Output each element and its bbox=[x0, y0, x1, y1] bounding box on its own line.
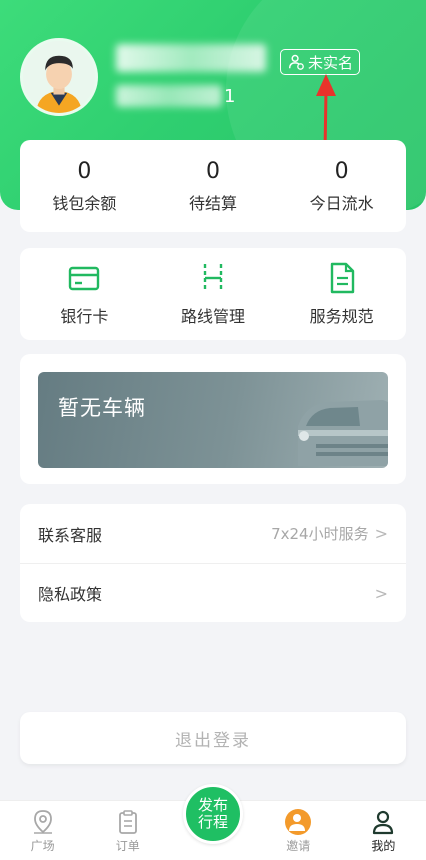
tab-square[interactable]: 广场 bbox=[0, 801, 85, 860]
stat-value: 0 bbox=[334, 159, 349, 184]
avatar[interactable] bbox=[20, 38, 98, 116]
menu-contact-service[interactable]: 联系客服 7x24小时服务 > bbox=[20, 504, 406, 563]
username-redacted bbox=[116, 44, 266, 72]
wallet-stats-card: 0 钱包余额 0 待结算 0 今日流水 bbox=[20, 140, 406, 232]
stat-value: 0 bbox=[77, 159, 92, 184]
logout-label: 退出登录 bbox=[175, 730, 251, 751]
document-icon bbox=[330, 262, 354, 294]
tab-mine[interactable]: 我的 bbox=[341, 801, 426, 860]
invite-icon bbox=[285, 809, 312, 835]
route-icon bbox=[203, 264, 223, 292]
tab-invite[interactable]: 邀请 bbox=[256, 801, 341, 860]
stat-pending-settlement[interactable]: 0 待结算 bbox=[149, 140, 278, 232]
no-vehicle-text: 暂无车辆 bbox=[58, 396, 146, 420]
driver-avatar-icon bbox=[23, 41, 95, 113]
stat-label: 今日流水 bbox=[309, 194, 374, 213]
menu-privacy-policy[interactable]: 隐私政策 > bbox=[20, 563, 406, 622]
logout-button[interactable]: 退出登录 bbox=[20, 712, 406, 764]
tools-card: 银行卡 路线管理 服务规范 bbox=[20, 248, 406, 340]
tool-label: 路线管理 bbox=[181, 307, 246, 326]
publish-label-line2: 行程 bbox=[197, 813, 228, 831]
phone-number-row: 1 bbox=[116, 84, 235, 108]
menu-label: 联系客服 bbox=[38, 525, 103, 545]
publish-trip-button[interactable]: 发布 行程 bbox=[183, 784, 243, 844]
id-verify-icon bbox=[288, 54, 304, 70]
phone-redacted bbox=[116, 85, 222, 107]
person-plus-icon bbox=[289, 814, 306, 831]
menu-list: 联系客服 7x24小时服务 > 隐私政策 > bbox=[20, 504, 406, 622]
tab-label: 我的 bbox=[371, 839, 396, 853]
vehicle-card: 暂无车辆 bbox=[20, 354, 406, 484]
user-icon bbox=[373, 810, 394, 835]
stat-label: 待结算 bbox=[189, 194, 238, 213]
tab-label: 广场 bbox=[30, 839, 55, 853]
tool-label: 服务规范 bbox=[309, 307, 374, 326]
tool-service-standards[interactable]: 服务规范 bbox=[277, 248, 406, 340]
tool-label: 银行卡 bbox=[60, 307, 109, 326]
clipboard-icon bbox=[118, 810, 137, 834]
stat-label: 钱包余额 bbox=[52, 194, 117, 213]
stat-wallet-balance[interactable]: 0 钱包余额 bbox=[20, 140, 149, 232]
phone-tail: 1 bbox=[224, 85, 236, 107]
car-icon bbox=[298, 400, 388, 466]
service-hours: 7x24小时服务 bbox=[271, 525, 369, 543]
stat-value: 0 bbox=[206, 159, 220, 184]
chevron-right-icon: > bbox=[374, 524, 388, 543]
menu-label: 隐私政策 bbox=[38, 585, 103, 604]
publish-label-line1: 发布 bbox=[197, 796, 228, 814]
tool-bank-card[interactable]: 银行卡 bbox=[20, 248, 149, 340]
chevron-right-icon: > bbox=[374, 583, 388, 603]
tab-label: 邀请 bbox=[286, 839, 311, 853]
tool-route-management[interactable]: 路线管理 bbox=[149, 248, 278, 340]
tab-label: 订单 bbox=[115, 839, 140, 853]
stat-today-revenue[interactable]: 0 今日流水 bbox=[277, 140, 406, 232]
vehicle-banner[interactable]: 暂无车辆 bbox=[38, 372, 388, 468]
tab-orders[interactable]: 订单 bbox=[85, 801, 170, 860]
bank-card-icon bbox=[69, 266, 100, 291]
location-pin-icon bbox=[33, 810, 52, 834]
